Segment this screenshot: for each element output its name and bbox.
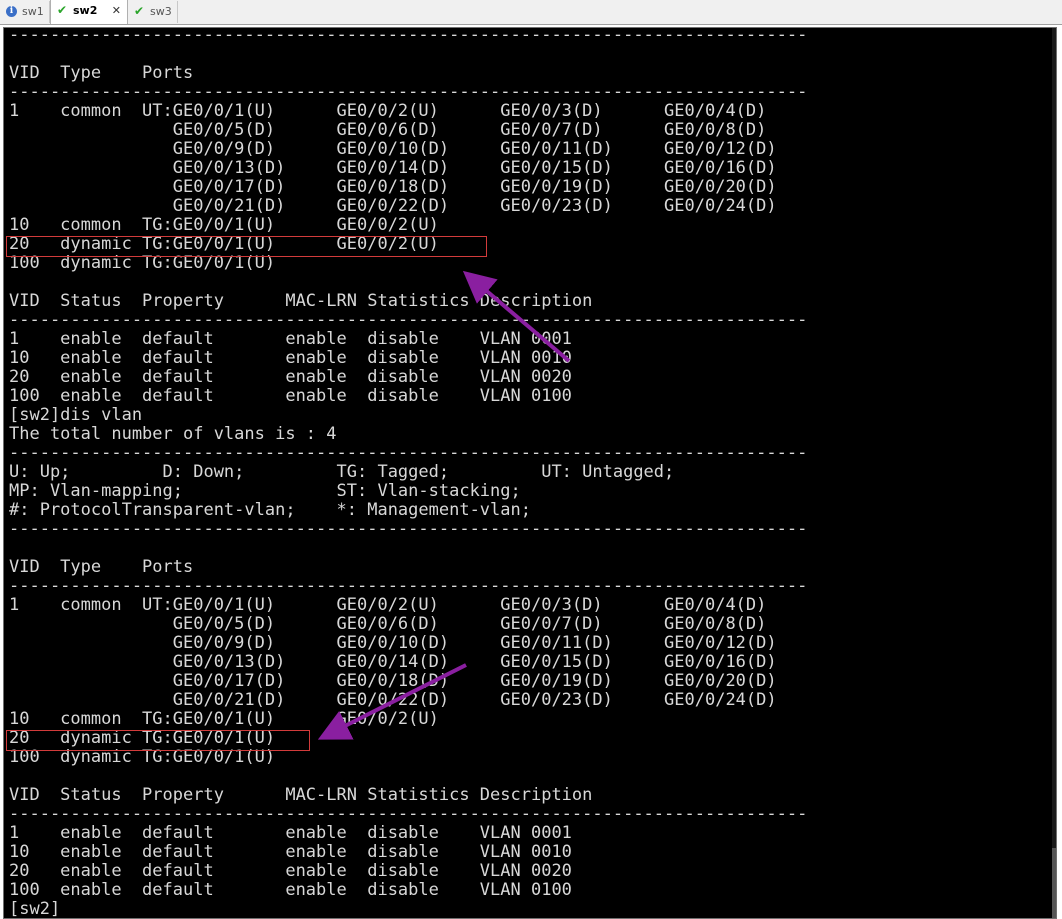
tab-label: sw2 bbox=[73, 4, 98, 17]
arrow-to-vlan20-after bbox=[317, 663, 467, 740]
vertical-scrollbar[interactable] bbox=[1052, 28, 1056, 918]
arrow-to-vlan20-before bbox=[462, 270, 571, 363]
info-icon: i bbox=[6, 6, 17, 17]
close-icon[interactable]: ✕ bbox=[112, 0, 121, 21]
tab-label: sw1 bbox=[22, 5, 44, 18]
tab-label: sw3 bbox=[150, 5, 172, 18]
tab-sw3[interactable]: ✔ sw3 bbox=[128, 1, 178, 23]
check-icon: ✔ bbox=[134, 4, 145, 18]
tab-sw2[interactable]: ✔ sw2 ✕ bbox=[50, 0, 128, 24]
annotation-arrows bbox=[317, 270, 571, 740]
check-icon: ✔ bbox=[57, 3, 68, 17]
scrollbar-thumb[interactable] bbox=[1052, 848, 1056, 918]
tab-sw1[interactable]: i sw1 bbox=[0, 1, 50, 23]
session-tab-bar: i sw1 ✔ sw2 ✕ ✔ sw3 bbox=[0, 0, 1062, 25]
terminal-window[interactable]: ----------------------------------------… bbox=[3, 27, 1057, 919]
